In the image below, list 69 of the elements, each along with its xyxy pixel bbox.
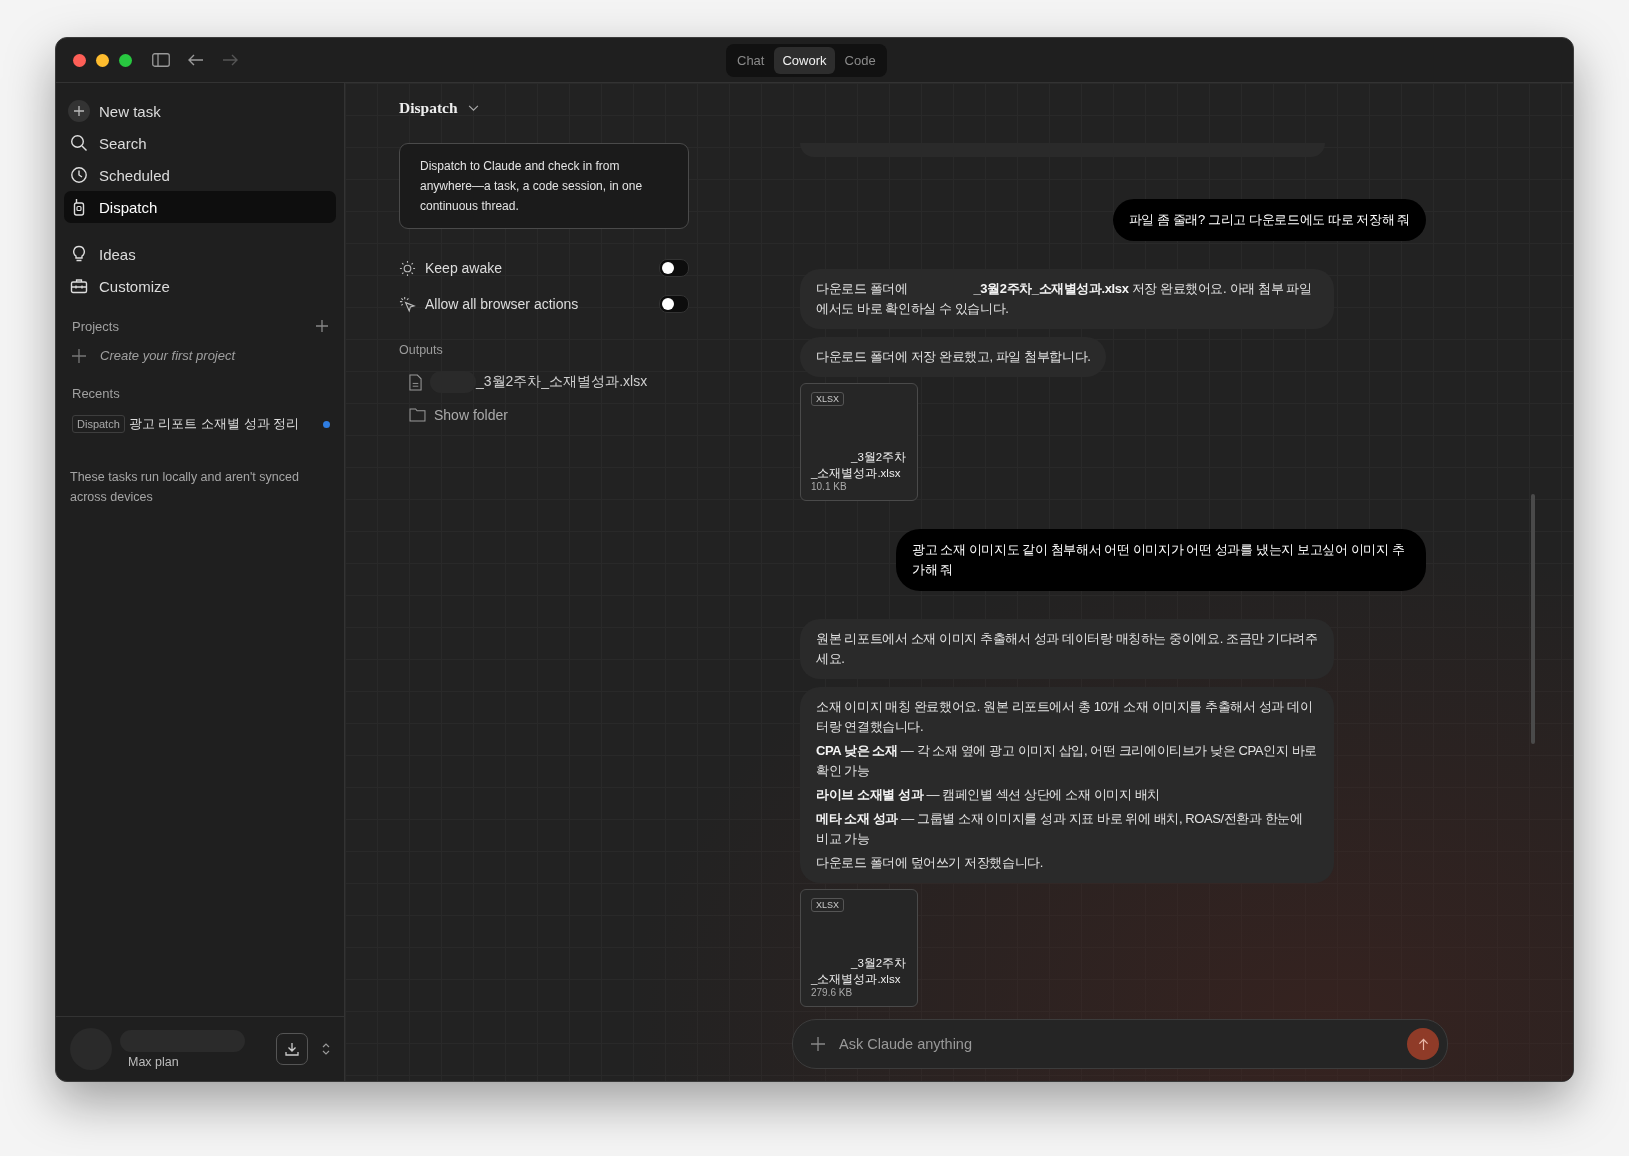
sidebar-item[interactable]: Dispatch xyxy=(64,191,336,223)
plus-icon xyxy=(72,348,86,363)
clock-icon xyxy=(70,166,88,184)
sidebar-item[interactable]: Ideas xyxy=(64,238,336,270)
create-project-link[interactable]: Create your first project xyxy=(72,348,328,363)
add-project-icon[interactable] xyxy=(316,320,328,332)
message-text: 원본 리포트에서 소재 이미지 추출해서 성과 데이터랑 매칭하는 중이에요. 조금만 기다려주세요. xyxy=(816,630,1318,668)
lightbulb-icon xyxy=(70,245,88,263)
dispatch-dropdown[interactable]: Dispatch xyxy=(399,98,479,118)
section-heading: Outputs xyxy=(399,343,444,357)
plus-icon[interactable] xyxy=(811,1037,825,1051)
file-card[interactable]: XLSX _3월2주차 _소재별성과.xlsx 10.1 KB xyxy=(800,383,918,501)
file-name: _3월2주차 _소재별성과.xlsx xyxy=(811,956,907,987)
mode-tab[interactable]: Cowork xyxy=(774,47,835,74)
arrow-up-icon xyxy=(1417,1037,1429,1051)
toggle-switch[interactable] xyxy=(659,259,689,277)
description-card: Dispatch to Claude and check in from anywhere—a task, a code session, in one continuous thread. xyxy=(399,143,689,229)
message-text: 광고 소재 이미지도 같이 첨부해서 어떤 이미지가 어떤 성과를 냈는지 보고싶어 이미지 추가해 줘 xyxy=(912,541,1406,579)
close-button[interactable] xyxy=(73,53,86,67)
file-name: _3월2주차 _소재별성과.xlsx xyxy=(811,450,907,481)
section-heading: Projects xyxy=(72,318,119,334)
sidebar-item[interactable]: Customize xyxy=(64,270,336,302)
file-size: 10.1 KB xyxy=(811,481,848,492)
sidebar-note: These tasks run locally and aren't synced across devices xyxy=(70,469,300,506)
message-text: CPA 낮은 소재 — 각 소재 옆에 광고 이미지 삽입, 어떤 크리에이티브가 낮은 CPA인지 바로 확인 가능 xyxy=(816,742,1318,780)
back-arrow-icon[interactable] xyxy=(188,54,204,66)
message-text: 소재 이미지 매칭 완료했어요. 원본 리포트에서 총 10개 소재 이미지를 추출해서 성과 데이터랑 연결했습니다. xyxy=(816,698,1314,736)
file-card[interactable]: XLSX _3월2주차 _소재별성과.xlsx 279.6 KB xyxy=(800,889,918,1007)
chevron-up-down-icon[interactable] xyxy=(322,1042,330,1056)
message-text: 다운로드 폴더에 _3월2주차_소재별성과.xlsx 저장 완료했어요. 아래 첨부 파일에서도 바로 확인하실 수 있습니다. xyxy=(816,280,1313,318)
input-field[interactable]: Ask Claude anything xyxy=(837,1035,1395,1053)
file-size: 279.6 KB xyxy=(811,987,854,998)
output-file[interactable]: _3월2주차_소재별성과.xlsx xyxy=(409,371,648,393)
setting-label: Allow all browser actions xyxy=(425,296,580,312)
sun-icon xyxy=(399,259,416,277)
message-text: 다운로드 폴더에 저장 완료했고, 파일 첨부합니다. xyxy=(816,348,1091,366)
show-folder-button[interactable]: Show folder xyxy=(409,407,508,423)
plus-icon xyxy=(68,100,90,122)
download-icon xyxy=(284,1041,300,1057)
sidebar-toggle-icon[interactable] xyxy=(152,53,170,67)
document-icon xyxy=(409,373,422,391)
scrollbar[interactable] xyxy=(1531,494,1535,744)
plan-label: Max plan xyxy=(128,1054,180,1069)
message-text: 다운로드 폴더에 덮어쓰기 저장했습니다. xyxy=(816,854,1045,872)
toolbox-icon xyxy=(70,277,88,295)
toggle-switch[interactable] xyxy=(659,295,689,313)
chat-input[interactable]: Ask Claude anything xyxy=(792,1019,1448,1069)
sidebar-item[interactable]: Search xyxy=(64,127,336,159)
sidebar-item[interactable]: Scheduled xyxy=(64,159,336,191)
tag: Dispatch xyxy=(72,415,125,433)
message-text: 파일 좀 줄래? 그리고 다운로드에도 따로 저장해 줘 xyxy=(1128,211,1410,229)
minimize-button[interactable] xyxy=(96,53,109,67)
message-text: 라이브 소재별 성과 — 캠페인별 섹션 상단에 소재 이미지 배치 xyxy=(816,786,1161,804)
send-button[interactable] xyxy=(1407,1028,1439,1060)
setting-label: Keep awake xyxy=(425,260,504,276)
sidebar-item[interactable]: New task xyxy=(64,95,336,127)
mode-tab[interactable]: Code xyxy=(836,47,884,74)
chevron-down-icon xyxy=(467,104,479,112)
search-icon xyxy=(70,134,88,152)
recent-item[interactable]: 광고 리포트 소재별 성과 정리 xyxy=(128,415,319,433)
folder-icon xyxy=(409,408,426,422)
file-type-badge: XLSX xyxy=(811,392,844,406)
file-type-badge: XLSX xyxy=(811,898,844,912)
download-button[interactable] xyxy=(276,1033,308,1065)
section-heading: Recents xyxy=(72,385,120,401)
cursor-click-icon xyxy=(399,295,416,313)
zoom-button[interactable] xyxy=(119,53,132,67)
message-text: 메타 소재 성과 — 그룹별 소재 이미지를 성과 지표 바로 위에 배치, ROAS/전환과 한눈에 비교 가능 xyxy=(816,810,1304,848)
mode-tab[interactable]: Chat xyxy=(729,47,773,74)
